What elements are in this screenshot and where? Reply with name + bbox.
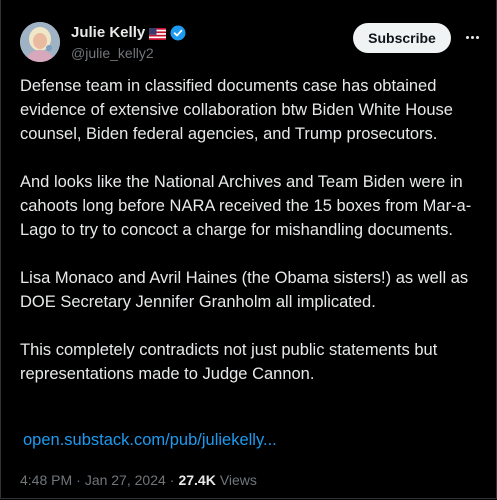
tweet-date[interactable]: Jan 27, 2024: [85, 472, 166, 488]
tweet-text: Defense team in classified documents cas…: [20, 74, 482, 410]
tweet-time[interactable]: 4:48 PM: [20, 472, 72, 488]
tweet-meta: 4:48 PM · Jan 27, 2024 · 27.4K Views: [20, 472, 257, 488]
tweet-paragraph: This completely contradicts not just pub…: [20, 341, 438, 383]
views-count: 27.4K: [178, 472, 216, 488]
tweet-link[interactable]: open.substack.com/pub/juliekelly...: [23, 431, 277, 450]
views-label: Views: [219, 472, 257, 488]
avatar-image: [20, 22, 60, 62]
tweet-paragraph: Defense team in classified documents cas…: [20, 77, 453, 143]
author-name[interactable]: Julie Kelly: [71, 24, 145, 41]
verified-badge-icon: [170, 25, 186, 41]
us-flag-icon: [149, 27, 167, 40]
author-name-row: Julie Kelly: [71, 24, 186, 41]
avatar[interactable]: [20, 22, 60, 62]
subscribe-button[interactable]: Subscribe: [353, 23, 451, 53]
author-handle[interactable]: @julie_kelly2: [71, 45, 154, 61]
tweet-card: Julie Kelly @julie_kelly2 Subscribe Defe…: [0, 0, 497, 499]
more-options-icon[interactable]: [461, 26, 483, 48]
tweet-paragraph: And looks like the National Archives and…: [20, 173, 472, 239]
meta-separator: ·: [76, 472, 81, 488]
meta-separator: ·: [169, 472, 175, 488]
tweet-paragraph: Lisa Monaco and Avril Haines (the Obama …: [20, 269, 469, 311]
